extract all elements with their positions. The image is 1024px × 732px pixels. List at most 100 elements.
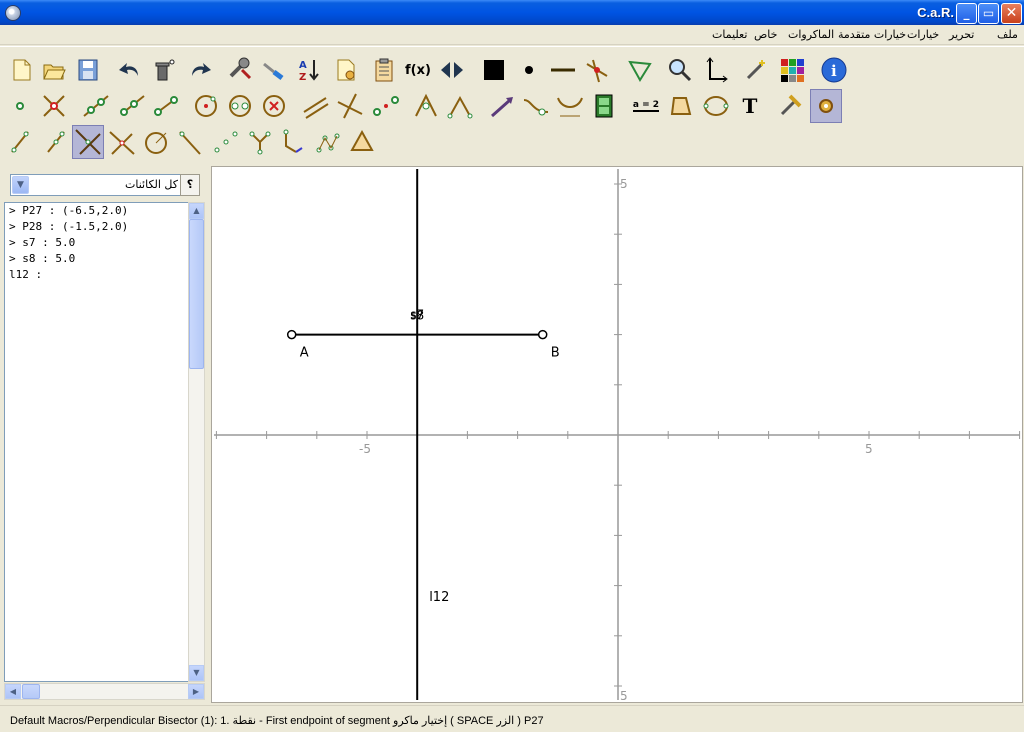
- macro-perpendicular-bisector-icon[interactable]: [72, 125, 104, 159]
- object-list[interactable]: > P27 : (-6.5,2.0) > P28 : (-1.5,2.0) > …: [4, 202, 190, 682]
- black-square-icon[interactable]: [478, 53, 510, 87]
- geometry-drawing[interactable]: -5 555A Bs8s7l12: [212, 167, 1022, 703]
- hammer-icon[interactable]: [774, 89, 806, 123]
- segment-tool-icon[interactable]: [150, 89, 182, 123]
- info-icon[interactable]: i: [818, 53, 850, 87]
- point-label: B: [551, 346, 560, 361]
- list-item[interactable]: l12 :: [5, 267, 189, 283]
- point-label: A: [300, 346, 309, 361]
- y-tick-label: 5: [620, 177, 628, 191]
- app-icon[interactable]: [5, 5, 21, 21]
- macro-file-icon[interactable]: [330, 53, 362, 87]
- menu-file[interactable]: ملف: [997, 28, 1018, 41]
- assign-value-tool[interactable]: a = 2: [630, 89, 662, 123]
- text-tool-label: T: [742, 94, 758, 118]
- undo-icon[interactable]: [114, 53, 146, 87]
- macro-run-icon[interactable]: [810, 89, 842, 123]
- macro-incircle-icon[interactable]: [140, 125, 172, 159]
- circle-tool-icon[interactable]: [190, 89, 222, 123]
- scroll-left-icon[interactable]: ◀: [5, 684, 21, 699]
- point-A: [286, 329, 297, 340]
- clipboard-icon[interactable]: [368, 53, 400, 87]
- close-button[interactable]: ✕: [1001, 3, 1022, 24]
- macro-midpoint-icon[interactable]: [4, 125, 36, 159]
- ray-tool-icon[interactable]: [116, 89, 148, 123]
- mirror-icon[interactable]: [436, 53, 468, 87]
- construction-canvas[interactable]: -5 5 5 5 A Bs8 s7 l12: [211, 166, 1023, 703]
- color-palette-icon[interactable]: [776, 53, 808, 87]
- save-file-icon[interactable]: [72, 53, 104, 87]
- help-button[interactable]: ؟: [180, 174, 200, 196]
- object-filter-dropdown[interactable]: ▼ كل الكائنات: [10, 174, 185, 196]
- parallel-tool-icon[interactable]: [300, 89, 332, 123]
- angle-tool-icon[interactable]: [581, 53, 613, 87]
- menu-special[interactable]: خاص: [754, 28, 777, 41]
- menu-options[interactable]: خيارات: [907, 28, 939, 41]
- horizontal-scrollbar[interactable]: ◀ ▶: [4, 683, 205, 700]
- curve-tool-icon[interactable]: [520, 89, 552, 123]
- macro-tree-icon[interactable]: [244, 125, 276, 159]
- reflection-tool-icon[interactable]: [410, 89, 442, 123]
- list-item[interactable]: > P27 : (-6.5,2.0): [5, 203, 189, 219]
- polygon-tool-icon[interactable]: [666, 89, 698, 123]
- macro-angle-bisector-icon[interactable]: [106, 125, 138, 159]
- function-tool[interactable]: f(x): [402, 53, 434, 87]
- paint-brush-icon[interactable]: [258, 53, 290, 87]
- status-text: Default Macros/Perpendicular Bisector (1…: [10, 715, 544, 727]
- macro-chain-icon[interactable]: [312, 125, 344, 159]
- menu-macros[interactable]: الماكروات: [788, 28, 834, 41]
- point-tool-icon[interactable]: [4, 89, 36, 123]
- axes-icon[interactable]: [698, 53, 730, 87]
- magic-wand-icon[interactable]: [740, 53, 772, 87]
- svg-text:A: A: [299, 60, 307, 71]
- minimize-button[interactable]: _: [956, 3, 977, 24]
- maximize-button[interactable]: ▭: [978, 3, 999, 24]
- macro-tangent-icon[interactable]: [174, 125, 206, 159]
- menu-help[interactable]: تعليمات: [712, 28, 747, 41]
- vector-tool-icon[interactable]: [486, 89, 518, 123]
- zoom-icon[interactable]: [664, 53, 696, 87]
- window-title: C.a.R.: [917, 5, 954, 20]
- line-tool-icon[interactable]: [80, 89, 112, 123]
- macro-points-on-line-icon[interactable]: [210, 125, 242, 159]
- text-tool[interactable]: T: [734, 89, 766, 123]
- open-file-icon[interactable]: [38, 53, 70, 87]
- midpoint-tool-icon[interactable]: [370, 89, 402, 123]
- scroll-down-icon[interactable]: ▼: [189, 665, 204, 681]
- menu-advanced-options[interactable]: خيارات متقدمة: [838, 28, 906, 41]
- new-file-icon[interactable]: [6, 53, 38, 87]
- redo-icon[interactable]: [184, 53, 216, 87]
- angle-measure-icon[interactable]: [444, 89, 476, 123]
- conic-tool-icon[interactable]: [700, 89, 732, 123]
- macro-branch-icon[interactable]: [278, 125, 310, 159]
- list-item[interactable]: > P28 : (-1.5,2.0): [5, 219, 189, 235]
- scroll-thumb-horizontal[interactable]: [22, 684, 40, 699]
- macro-segment-icon[interactable]: [40, 125, 72, 159]
- intersection-tool-icon[interactable]: [38, 89, 70, 123]
- application-window: C.a.R. _ ▭ ✕ ملف تحرير خيارات خيارات متق…: [0, 0, 1024, 732]
- perpendicular-tool-icon[interactable]: [334, 89, 366, 123]
- macro-triangle-icon[interactable]: [346, 125, 378, 159]
- title-bar[interactable]: C.a.R. _ ▭ ✕: [0, 0, 1024, 25]
- scroll-up-icon[interactable]: ▲: [189, 203, 204, 219]
- animation-tool-icon[interactable]: [588, 89, 620, 123]
- sort-az-icon[interactable]: AZ: [293, 53, 325, 87]
- point-size-icon[interactable]: [513, 53, 545, 87]
- triangle-select-icon[interactable]: [624, 53, 656, 87]
- fixed-circle-icon[interactable]: [258, 89, 290, 123]
- svg-text:i: i: [831, 62, 837, 80]
- scroll-thumb[interactable]: [189, 219, 204, 369]
- list-item[interactable]: > s7 : 5.0: [5, 235, 189, 251]
- scroll-right-icon[interactable]: ▶: [188, 684, 204, 699]
- status-bar: Default Macros/Perpendicular Bisector (1…: [0, 705, 1024, 732]
- vertical-scrollbar[interactable]: ▲ ▼: [188, 202, 205, 682]
- point-B: [537, 329, 548, 340]
- chevron-down-icon[interactable]: ▼: [12, 176, 29, 194]
- list-item[interactable]: > s8 : 5.0: [5, 251, 189, 267]
- parabola-tool-icon[interactable]: [554, 89, 586, 123]
- delete-object-icon[interactable]: [148, 53, 180, 87]
- wrench-icon[interactable]: [224, 53, 256, 87]
- circle-three-points-icon[interactable]: [224, 89, 256, 123]
- line-style-icon[interactable]: [547, 53, 579, 87]
- menu-edit[interactable]: تحرير: [949, 28, 974, 41]
